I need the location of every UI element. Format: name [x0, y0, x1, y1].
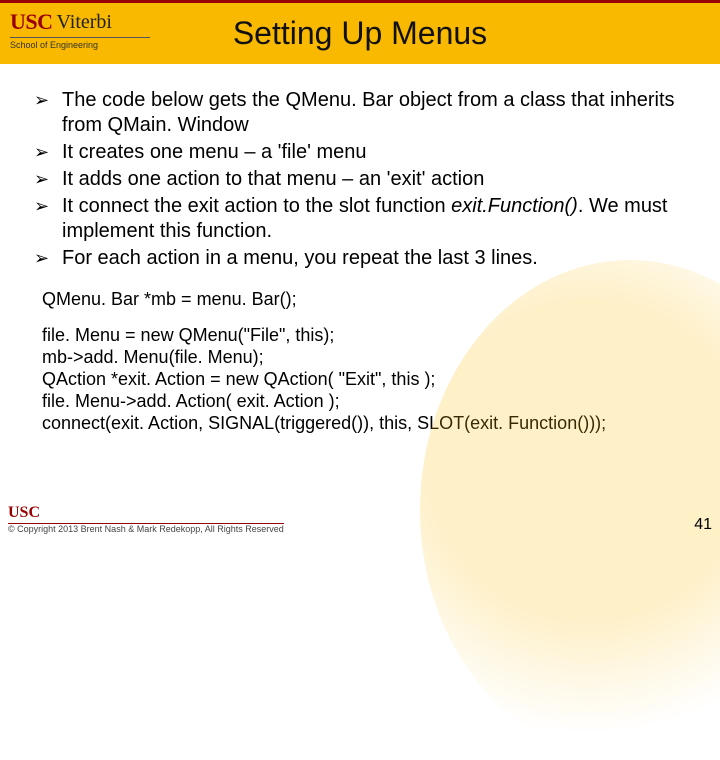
code-line: connect(exit. Action, SIGNAL(triggered()… [42, 413, 686, 435]
usc-small-logo: USC [8, 504, 284, 524]
bullet-arrow-icon: ➢ [34, 246, 52, 271]
page-number: 41 [694, 516, 712, 534]
bullet-list: ➢ The code below gets the QMenu. Bar obj… [0, 64, 720, 277]
bullet-item: ➢ The code below gets the QMenu. Bar obj… [34, 88, 686, 138]
code-group-1: QMenu. Bar *mb = menu. Bar(); [42, 289, 686, 311]
bullet-item: ➢ For each action in a menu, you repeat … [34, 246, 686, 271]
bullet-text: The code below gets the QMenu. Bar objec… [62, 88, 686, 138]
slide-title: Setting Up Menus [233, 15, 487, 52]
code-line: file. Menu = new QMenu("File", this); [42, 325, 686, 347]
viterbi-text: Viterbi [57, 11, 112, 34]
footer-left: USC © Copyright 2013 Brent Nash & Mark R… [8, 504, 284, 534]
school-line: School of Engineering [10, 37, 150, 50]
footer: USC © Copyright 2013 Brent Nash & Mark R… [8, 504, 712, 534]
bullet-arrow-icon: ➢ [34, 88, 52, 138]
bullet-pre: It connect the exit action to the slot f… [62, 195, 451, 217]
usc-viterbi-logo: USC Viterbi [10, 9, 112, 35]
code-line: QAction *exit. Action = new QAction( "Ex… [42, 369, 686, 391]
bullet-text: It connect the exit action to the slot f… [62, 194, 686, 244]
code-block: QMenu. Bar *mb = menu. Bar(); file. Menu… [42, 289, 686, 435]
bullet-em: exit.Function() [451, 195, 578, 217]
copyright-text: © Copyright 2013 Brent Nash & Mark Redek… [8, 524, 284, 534]
bullet-item: ➢ It connect the exit action to the slot… [34, 194, 686, 244]
bullet-text: It adds one action to that menu – an 'ex… [62, 167, 686, 192]
bullet-arrow-icon: ➢ [34, 167, 52, 192]
usc-mark: USC [10, 9, 53, 35]
header-band: USC Viterbi School of Engineering Settin… [0, 0, 720, 64]
bullet-text: It creates one menu – a 'file' menu [62, 140, 686, 165]
bullet-arrow-icon: ➢ [34, 140, 52, 165]
bullet-item: ➢ It creates one menu – a 'file' menu [34, 140, 686, 165]
code-line: mb->add. Menu(file. Menu); [42, 347, 686, 369]
code-group-2: file. Menu = new QMenu("File", this); mb… [42, 325, 686, 435]
bullet-arrow-icon: ➢ [34, 194, 52, 244]
bullet-text: For each action in a menu, you repeat th… [62, 246, 686, 271]
code-line: QMenu. Bar *mb = menu. Bar(); [42, 289, 686, 311]
code-line: file. Menu->add. Action( exit. Action ); [42, 391, 686, 413]
bullet-item: ➢ It adds one action to that menu – an '… [34, 167, 686, 192]
